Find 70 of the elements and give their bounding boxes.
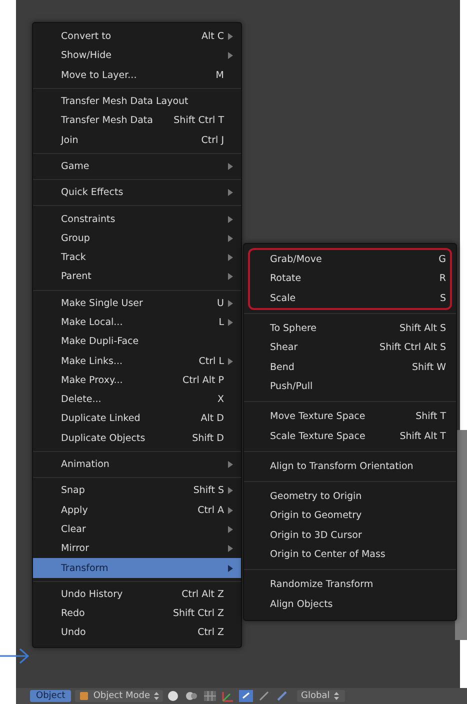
menu-item[interactable]: Scale Texture Space Shift Alt T [250, 426, 450, 446]
menu-item[interactable]: Duplicate Linked Alt D [33, 409, 241, 429]
menu-item[interactable]: Make Single User U [33, 294, 241, 313]
submenu-arrow-icon [228, 33, 233, 40]
menu-item[interactable]: Move to Layer... M [33, 66, 241, 85]
submenu-arrow-icon [228, 300, 233, 307]
submenu-arrow-icon [228, 506, 233, 514]
menu-item[interactable]: Origin to Center of Mass [250, 544, 450, 564]
menu-item[interactable]: Align to Transform Orientation [250, 456, 450, 476]
menu-item[interactable]: Transform [33, 558, 241, 578]
menu-item[interactable]: Transfer Mesh Data Layout [33, 92, 241, 112]
submenu-arrow-icon [228, 358, 233, 365]
menu-item[interactable]: Animation [33, 454, 241, 474]
submenu-arrow-icon [228, 216, 233, 223]
submenu-arrow-icon [228, 487, 233, 494]
updown-icon [154, 691, 160, 701]
submenu-arrow-icon [228, 234, 233, 242]
submenu-arrow-icon [228, 189, 233, 196]
menu-item[interactable]: Game [33, 156, 241, 176]
menu-item[interactable]: Join Ctrl J [33, 130, 241, 150]
menu-item[interactable]: Apply Ctrl A [33, 500, 241, 520]
menu-item[interactable]: Group [33, 228, 241, 248]
submenu-arrow-icon [228, 254, 233, 262]
menu-item[interactable]: Origin to Geometry [250, 506, 450, 526]
submenu-arrow-icon [228, 526, 233, 533]
menu-item[interactable]: Align Objects [250, 594, 450, 614]
menu-item[interactable]: Shear Shift Ctrl Alt S [250, 338, 450, 358]
mode-dropdown[interactable]: Object Mode [75, 690, 164, 702]
menu-item[interactable]: Mirror [33, 539, 241, 558]
menu-item[interactable]: Clear [33, 520, 241, 540]
submenu-arrow-icon [228, 162, 233, 170]
menu-item[interactable]: Undo History Ctrl Alt Z [33, 584, 241, 604]
grid-icon[interactable] [203, 690, 218, 702]
menu-item[interactable]: Duplicate Objects Shift D [33, 428, 241, 448]
menu-item[interactable]: Randomize Transform [250, 575, 450, 594]
menu-item[interactable]: To Sphere Shift Alt S [250, 318, 450, 338]
menu-item[interactable]: Make Links... Ctrl L [33, 351, 241, 371]
menu-item[interactable]: Constraints [33, 209, 241, 229]
cube-icon [79, 691, 90, 701]
object-menu-button[interactable]: Object [30, 690, 72, 702]
submenu-arrow-icon [228, 52, 233, 60]
menu-item[interactable]: Push/Pull [250, 376, 450, 396]
orientation-dropdown[interactable]: Global [297, 690, 345, 702]
menu-item[interactable]: Redo Shift Ctrl Z [33, 604, 241, 624]
menu-item[interactable]: Move Texture Space Shift T [250, 407, 450, 426]
menu-item[interactable]: Snap Shift S [33, 481, 241, 501]
submenu-arrow-icon [228, 273, 233, 280]
menu-item[interactable]: Show/Hide [33, 46, 241, 66]
menu-item[interactable]: Origin to 3D Cursor [250, 526, 450, 545]
menu-item[interactable]: Transfer Mesh Data Shift Ctrl T [33, 111, 241, 130]
updown-icon [334, 691, 339, 701]
menu-item[interactable]: Make Proxy... Ctrl Alt P [33, 370, 241, 390]
menu-item[interactable]: Grab/Move G [250, 250, 450, 270]
menu-item[interactable]: Make Dupli-Face [33, 332, 241, 352]
menu-item[interactable]: Parent [33, 267, 241, 287]
menu-item[interactable]: Delete... X [33, 390, 241, 410]
menu-item[interactable]: Rotate R [250, 269, 450, 289]
submenu-arrow-icon [228, 319, 233, 326]
menu-item[interactable]: Make Local... L [33, 312, 241, 332]
submenu-arrow-icon [228, 461, 233, 468]
menu-item[interactable]: Scale S [250, 288, 450, 308]
menu-item[interactable]: Bend Shift W [250, 357, 450, 377]
menu-item[interactable]: Undo Ctrl Z [33, 623, 241, 643]
menu-item[interactable]: Convert to Alt C [33, 27, 241, 46]
submenu-arrow-icon [228, 564, 233, 572]
submenu-arrow-icon [228, 545, 233, 552]
menu-item[interactable]: Track [33, 248, 241, 268]
arrow-icon [0, 648, 30, 664]
menu-item[interactable]: Geometry to Origin [250, 486, 450, 506]
menu-item[interactable]: Quick Effects [33, 183, 241, 202]
